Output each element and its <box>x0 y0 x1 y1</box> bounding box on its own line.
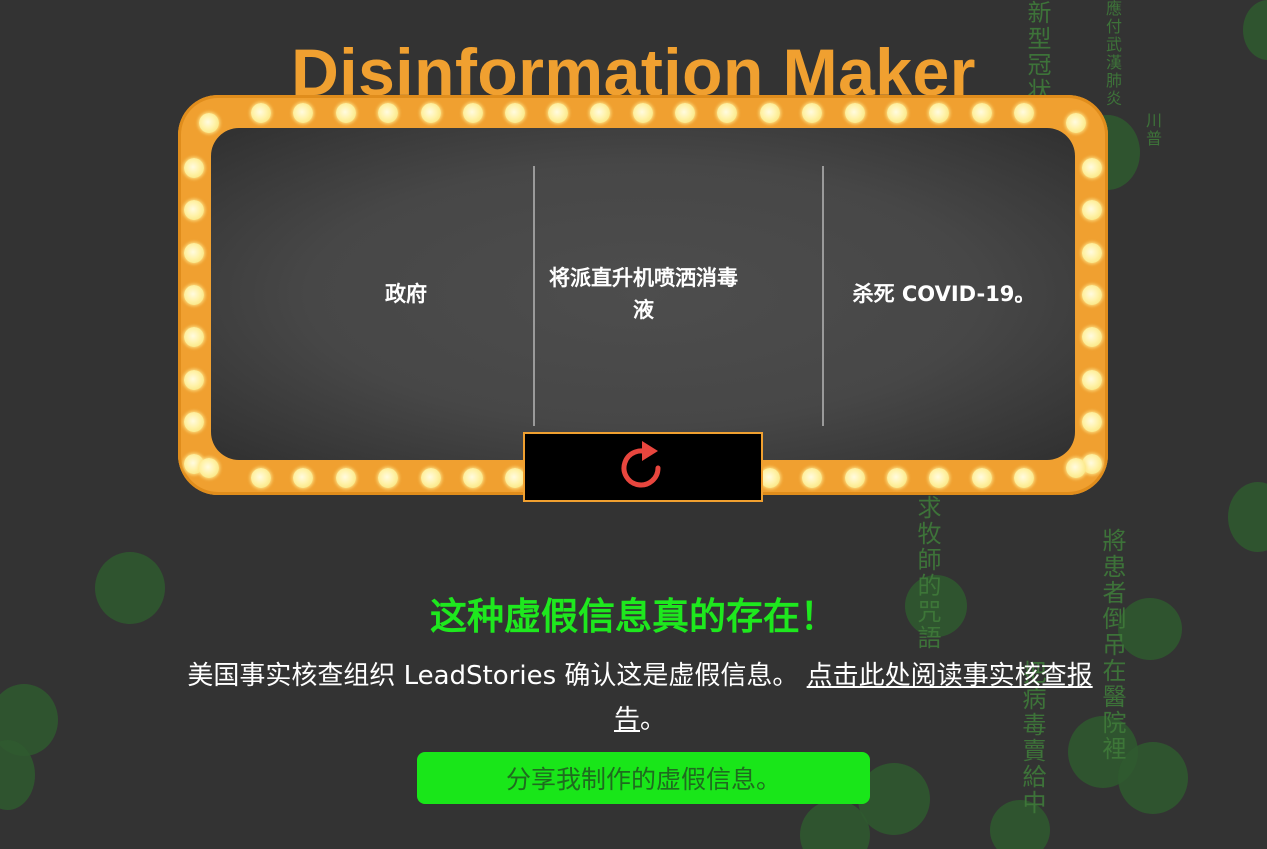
refresh-icon <box>620 439 666 495</box>
marquee-bulb <box>251 468 271 488</box>
marquee-bulb <box>844 103 865 123</box>
result-headline: 这种虚假信息真的存在！ <box>430 595 837 638</box>
marquee-bulb <box>1082 327 1102 348</box>
marquee-bulb <box>971 103 992 123</box>
marquee-bulb <box>759 103 780 123</box>
marquee-bulb <box>184 200 204 221</box>
marquee-bulb <box>293 103 314 123</box>
marquee-bulb <box>929 103 950 123</box>
marquee-bulb <box>199 113 219 133</box>
marquee-bulb <box>184 242 204 263</box>
marquee-bulb <box>802 103 823 123</box>
marquee-bulb <box>1082 158 1102 178</box>
fact-check-suffix: 。 <box>640 705 667 735</box>
marquee-bulb <box>184 369 204 390</box>
share-button[interactable]: 分享我制作的虚假信息。 <box>417 752 870 804</box>
marquee-bulb <box>1082 284 1102 305</box>
marquee-bulb <box>675 103 695 123</box>
marquee-bulb <box>590 103 611 123</box>
marquee-bulb <box>1066 458 1086 478</box>
marquee-bulb <box>378 103 399 123</box>
marquee-bulb <box>632 103 653 123</box>
marquee-bulb <box>184 327 204 348</box>
marquee-bulb <box>717 103 738 123</box>
marquee-bulb <box>971 468 992 488</box>
marquee-bulb <box>251 103 271 123</box>
marquee-bulb <box>184 158 204 178</box>
background-text: 川普 <box>1143 112 1162 148</box>
marquee-bulb <box>505 103 526 123</box>
slot-subject-text: 政府 <box>385 282 427 306</box>
marquee-bulb <box>802 468 823 488</box>
slot-result: 杀死 COVID-19。 <box>824 128 1064 460</box>
marquee-bulb <box>335 468 356 488</box>
marquee-bulb <box>1082 411 1102 432</box>
marquee-bulb <box>929 468 950 488</box>
slot-subject: 政府 <box>281 128 531 460</box>
slot-action-text: 将派直升机喷洒消毒液 <box>549 266 738 322</box>
slot-divider <box>533 166 535 426</box>
slot-result-text: 杀死 COVID-19。 <box>852 282 1036 306</box>
marquee-bulb <box>887 468 907 488</box>
marquee-bulb <box>547 103 568 123</box>
marquee-bulb <box>844 468 865 488</box>
marquee-bulb <box>420 468 441 488</box>
regenerate-button[interactable] <box>523 432 763 502</box>
marquee-bulb <box>1014 103 1035 123</box>
marquee-bulb <box>463 468 483 488</box>
background-blob <box>1228 482 1267 552</box>
marquee-bulb <box>1082 369 1102 390</box>
slot-action: 将派直升机喷洒消毒液 <box>546 128 741 460</box>
marquee-bulb <box>199 458 219 478</box>
fact-check-prefix: 美国事实核查组织 LeadStories 确认这是虚假信息。 <box>187 661 799 691</box>
marquee-screen: 政府 将派直升机喷洒消毒液 杀死 COVID-19。 <box>211 128 1075 460</box>
marquee-bulb <box>1066 113 1086 133</box>
marquee-bulb <box>335 103 356 123</box>
marquee-bulb <box>1082 242 1102 263</box>
marquee-bulb <box>378 468 399 488</box>
fact-check-text: 美国事实核查组织 LeadStories 确认这是虚假信息。 点击此处阅读事实核… <box>170 654 1110 742</box>
marquee-bulb <box>463 103 483 123</box>
marquee-bulb <box>293 468 314 488</box>
marquee-bulb <box>184 411 204 432</box>
marquee-bulb <box>184 284 204 305</box>
marquee-bulb <box>1082 200 1102 221</box>
marquee-bulb <box>1014 468 1035 488</box>
marquee-bulb <box>420 103 441 123</box>
marquee-bulb <box>887 103 907 123</box>
